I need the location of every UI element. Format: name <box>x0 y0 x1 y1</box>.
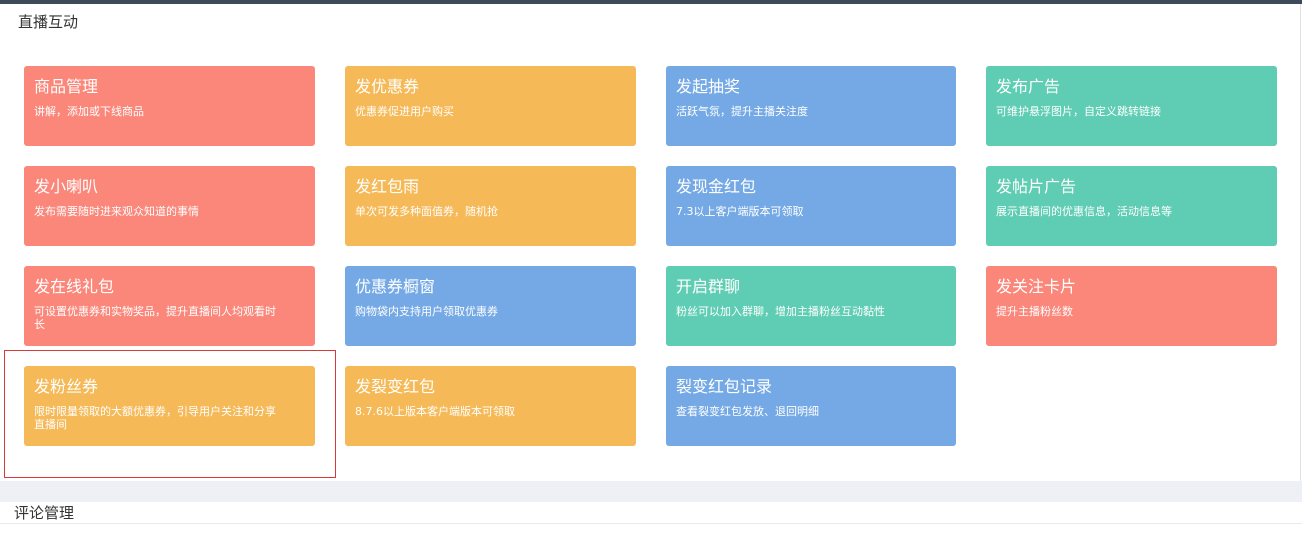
card-desc: 发布需要随时进来观众知道的事情 <box>34 205 199 218</box>
card-title: 裂变红包记录 <box>676 377 773 396</box>
card-title: 开启群聊 <box>676 277 741 296</box>
card-online-gift[interactable]: 发在线礼包 可设置优惠券和实物奖品，提升直播间人均观看时长 <box>24 266 315 346</box>
card-desc: 可维护悬浮图片，自定义跳转链接 <box>996 105 1161 118</box>
card-title: 发帖片广告 <box>996 177 1077 196</box>
card-title: 发红包雨 <box>355 177 420 196</box>
card-desc: 购物袋内支持用户领取优惠券 <box>355 305 498 318</box>
card-title: 发小喇叭 <box>34 177 99 196</box>
card-red-packet-rain[interactable]: 发红包雨 单次可发多种面值券，随机抢 <box>345 166 636 246</box>
card-desc: 展示直播间的优惠信息，活动信息等 <box>996 205 1172 218</box>
card-group-chat[interactable]: 开启群聊 粉丝可以加入群聊，增加主播粉丝互动黏性 <box>666 266 956 346</box>
card-desc: 8.7.6以上版本客户端版本可领取 <box>355 405 515 418</box>
card-send-announcement[interactable]: 发小喇叭 发布需要随时进来观众知道的事情 <box>24 166 315 246</box>
card-desc: 可设置优惠券和实物奖品，提升直播间人均观看时长 <box>34 305 276 331</box>
card-desc: 单次可发多种面值券，随机抢 <box>355 205 498 218</box>
card-title: 发在线礼包 <box>34 277 115 296</box>
card-sticker-ad[interactable]: 发帖片广告 展示直播间的优惠信息，活动信息等 <box>986 166 1277 246</box>
card-desc: 提升主播粉丝数 <box>996 305 1073 318</box>
card-desc: 优惠券促进用户购买 <box>355 105 454 118</box>
card-desc: 讲解，添加或下线商品 <box>34 105 144 118</box>
card-title: 发起抽奖 <box>676 77 741 96</box>
card-start-lottery[interactable]: 发起抽奖 活跃气氛，提升主播关注度 <box>666 66 956 146</box>
card-title: 发关注卡片 <box>996 277 1077 296</box>
card-title: 发优惠券 <box>355 77 420 96</box>
card-coupon-showcase[interactable]: 优惠券橱窗 购物袋内支持用户领取优惠券 <box>345 266 636 346</box>
card-send-coupon[interactable]: 发优惠券 优惠券促进用户购买 <box>345 66 636 146</box>
card-title: 发粉丝券 <box>34 377 99 396</box>
card-title: 优惠券橱窗 <box>355 277 436 296</box>
section-title-comment-management: 评论管理 <box>14 504 75 522</box>
card-desc: 查看裂变红包发放、退回明细 <box>676 405 819 418</box>
card-title: 发现金红包 <box>676 177 757 196</box>
divider <box>0 523 1302 524</box>
card-publish-ad[interactable]: 发布广告 可维护悬浮图片，自定义跳转链接 <box>986 66 1277 146</box>
card-title: 商品管理 <box>34 77 99 96</box>
card-desc: 限时限量领取的大额优惠券，引导用户关注和分享直播间 <box>34 405 276 431</box>
card-fission-red-packet-records[interactable]: 裂变红包记录 查看裂变红包发放、退回明细 <box>666 366 956 446</box>
card-title: 发裂变红包 <box>355 377 436 396</box>
feature-grid: 商品管理 讲解，添加或下线商品 发优惠券 优惠券促进用户购买 发起抽奖 活跃气氛… <box>0 0 1302 480</box>
card-fission-red-packet[interactable]: 发裂变红包 8.7.6以上版本客户端版本可领取 <box>345 366 636 446</box>
card-cash-red-packet[interactable]: 发现金红包 7.3以上客户端版本可领取 <box>666 166 956 246</box>
card-desc: 7.3以上客户端版本可领取 <box>676 205 804 218</box>
card-product-management[interactable]: 商品管理 讲解，添加或下线商品 <box>24 66 315 146</box>
card-follow-card[interactable]: 发关注卡片 提升主播粉丝数 <box>986 266 1277 346</box>
card-desc: 粉丝可以加入群聊，增加主播粉丝互动黏性 <box>676 305 885 318</box>
card-title: 发布广告 <box>996 77 1061 96</box>
section-separator <box>0 481 1302 502</box>
card-fan-coupon[interactable]: 发粉丝券 限时限量领取的大额优惠券，引导用户关注和分享直播间 <box>24 366 315 446</box>
card-desc: 活跃气氛，提升主播关注度 <box>676 105 808 118</box>
